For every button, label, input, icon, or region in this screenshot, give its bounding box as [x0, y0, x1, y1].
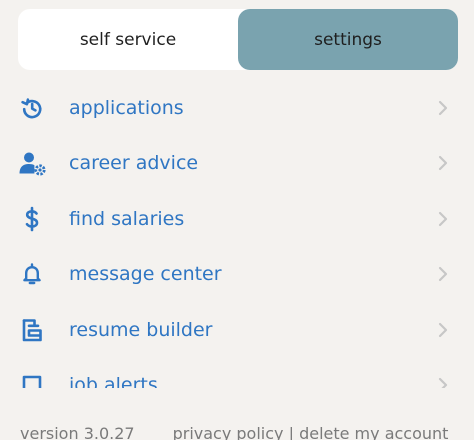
version-text: version 3.0.27 [20, 424, 135, 440]
history-icon [18, 94, 46, 122]
menu-item-label: applications [69, 96, 184, 119]
user-settings-icon [18, 149, 46, 177]
privacy-policy-link[interactable]: privacy policy [173, 424, 284, 440]
menu-item-label: resume builder [69, 318, 213, 341]
tab-self-service[interactable]: self service [18, 9, 238, 70]
menu-item-career-advice[interactable]: career advice [0, 136, 474, 192]
menu-item-message-center[interactable]: message center [0, 247, 474, 303]
resume-icon [18, 316, 46, 344]
segmented-control: self service settings [18, 9, 458, 70]
menu-item-label: job alerts [69, 374, 158, 388]
menu-item-find-salaries[interactable]: find salaries [0, 191, 474, 247]
delete-account-link[interactable]: delete my account [299, 424, 448, 440]
menu-item-job-alerts[interactable]: job alerts [0, 358, 474, 388]
menu-item-resume-builder[interactable]: resume builder [0, 302, 474, 358]
job-alerts-icon [18, 371, 46, 388]
chevron-right-icon [436, 321, 450, 339]
menu-item-label: find salaries [69, 207, 185, 230]
footer-links: version 3.0.27 privacy policy | delete my… [20, 424, 448, 440]
footer: version 3.0.27 privacy policy | delete my… [0, 388, 474, 440]
footer-separator: | [288, 424, 294, 440]
chevron-right-icon [436, 210, 450, 228]
chevron-right-icon [436, 376, 450, 388]
menu-item-applications[interactable]: applications [0, 80, 474, 136]
bell-icon [18, 260, 46, 288]
dollar-icon [18, 205, 46, 233]
tab-settings[interactable]: settings [238, 9, 458, 70]
settings-menu: applications career advice find salaries [0, 80, 474, 388]
chevron-right-icon [436, 265, 450, 283]
chevron-right-icon [436, 154, 450, 172]
menu-item-label: career advice [69, 152, 199, 175]
menu-item-label: message center [69, 263, 222, 286]
chevron-right-icon [436, 99, 450, 117]
